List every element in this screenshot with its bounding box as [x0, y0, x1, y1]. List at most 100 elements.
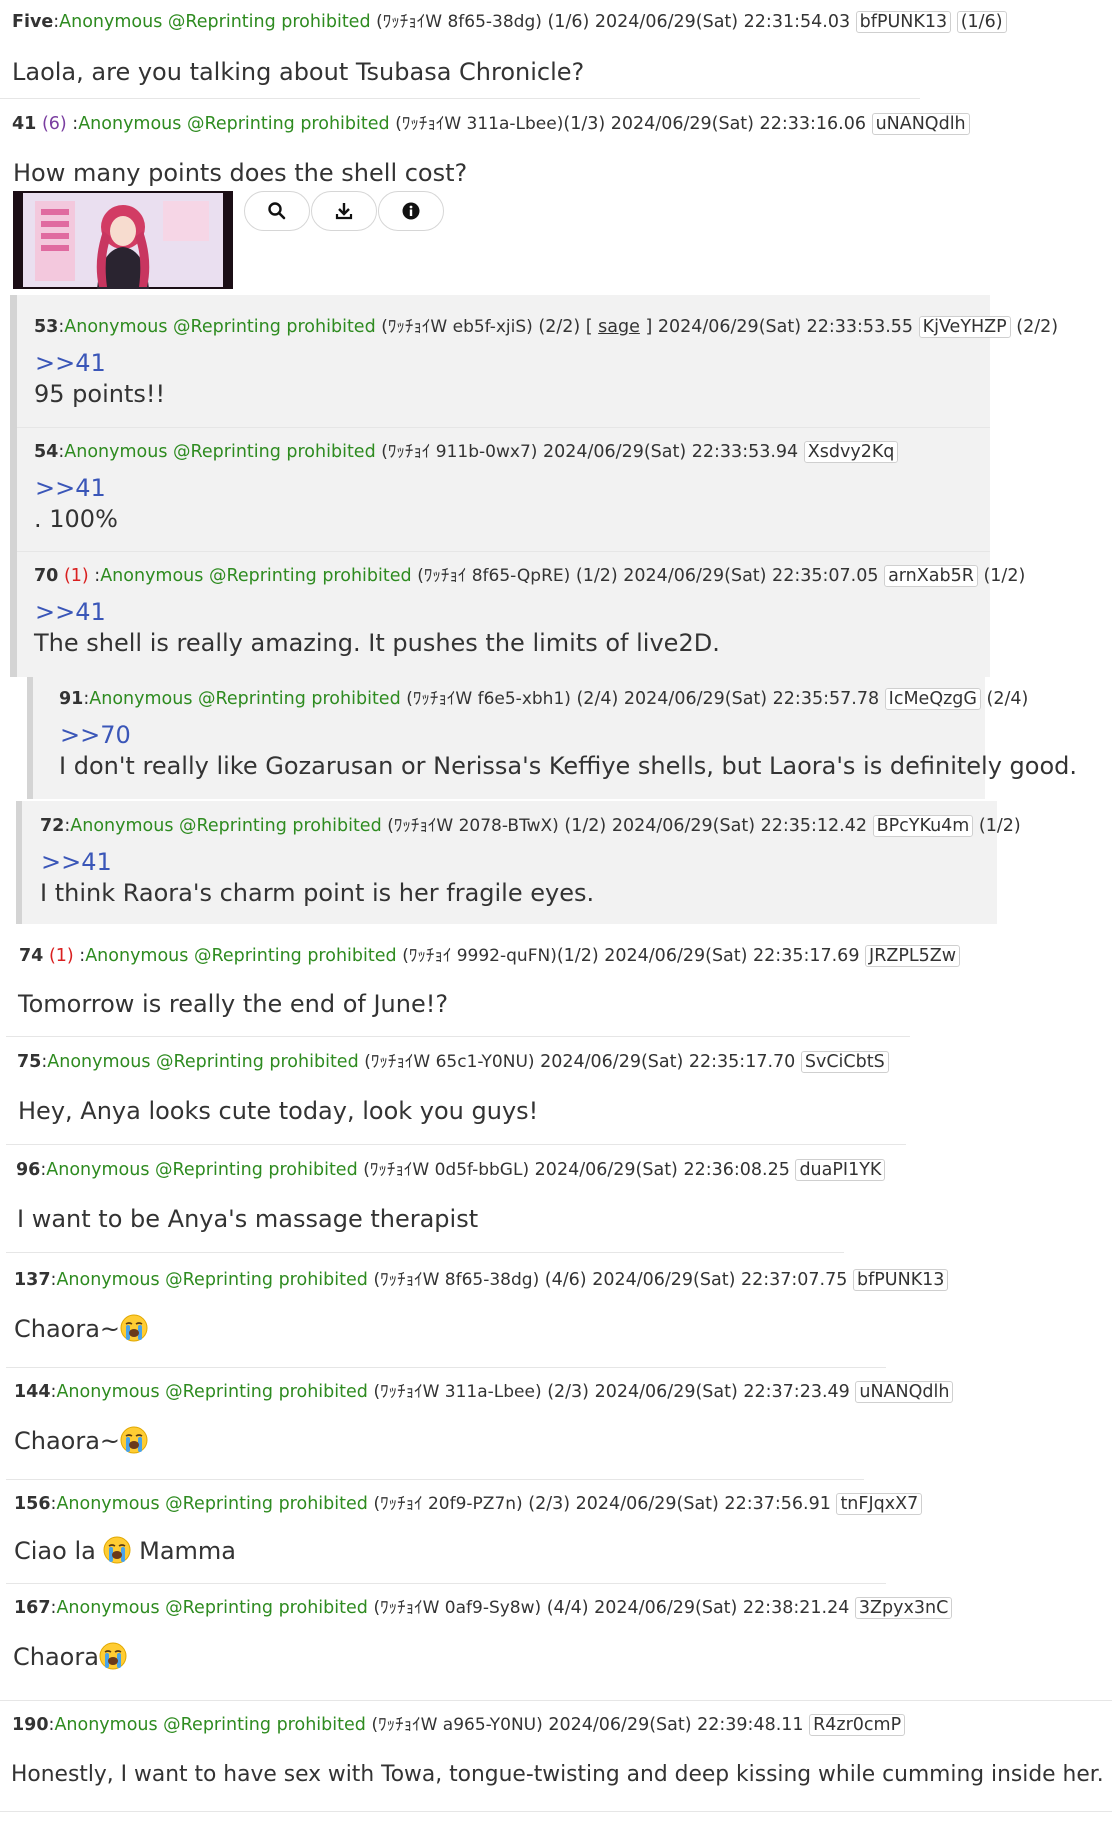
post: Five:Anonymous @Reprinting prohibited (ﾜ…: [0, 0, 1007, 99]
poster-id-count: (1/2): [983, 566, 1026, 586]
post-count: (1/6): [547, 12, 590, 32]
quoted-post: 72:Anonymous @Reprinting prohibited (ﾜｯﾁ…: [22, 801, 1021, 924]
reply-anchor-link[interactable]: >>41: [41, 846, 112, 878]
poster-id[interactable]: R4zr0cmP: [809, 1714, 906, 1736]
post-date: 2024/06/29(Sat) 22:35:57.78: [623, 689, 880, 709]
crying-face-emoji-icon: [103, 1536, 131, 1564]
poster-name: Anonymous @Reprinting prohibited: [54, 1715, 366, 1735]
post-date: 2024/06/29(Sat) 22:33:53.94: [542, 442, 799, 462]
poster-name: Anonymous @Reprinting prohibited: [78, 114, 390, 134]
poster-id[interactable]: bfPUNK13: [852, 1269, 949, 1291]
post-number[interactable]: 53: [34, 317, 58, 337]
post: 137:Anonymous @Reprinting prohibited (ﾜｯ…: [6, 1256, 949, 1368]
post-date: 2024/06/29(Sat) 22:35:17.69: [604, 946, 860, 966]
quoted-post: 70 (1) :Anonymous @Reprinting prohibited…: [17, 552, 1025, 677]
reply-count[interactable]: (1): [49, 946, 74, 966]
reply-count[interactable]: (6): [42, 114, 67, 134]
quote-bar: [10, 295, 17, 677]
post-number[interactable]: 74: [19, 946, 43, 966]
poster-id[interactable]: arnXab5R: [884, 565, 978, 587]
post-count: (4/6): [544, 1270, 587, 1290]
reply-anchor-link[interactable]: >>41: [35, 596, 106, 628]
post-number[interactable]: 137: [14, 1270, 51, 1290]
post-header: 75:Anonymous @Reprinting prohibited (ﾜｯﾁ…: [17, 1050, 889, 1074]
poster-name: Anonymous @Reprinting prohibited: [56, 1270, 368, 1290]
post-body: Laola, are you talking about Tsubasa Chr…: [12, 58, 585, 86]
poster-name: Anonymous @Reprinting prohibited: [64, 442, 376, 462]
poster-name: Anonymous @Reprinting prohibited: [46, 1160, 358, 1180]
image-download-button[interactable]: [311, 191, 377, 231]
post-number[interactable]: 190: [12, 1715, 49, 1735]
post-body: Tomorrow is really the end of June!?: [18, 990, 449, 1018]
poster-id[interactable]: uNANQdlh: [871, 113, 970, 135]
post-header: 74 (1) :Anonymous @Reprinting prohibited…: [19, 944, 961, 968]
post-count: (4/4): [546, 1598, 589, 1618]
poster-name: Anonymous @Reprinting prohibited: [59, 12, 371, 32]
poster-id[interactable]: uNANQdlh: [855, 1381, 954, 1403]
poster-kote: (ﾜｯﾁｮｲW a965-Y0NU): [371, 1715, 543, 1735]
post-header: 53:Anonymous @Reprinting prohibited (ﾜｯﾁ…: [34, 316, 1059, 338]
post-body: 95 points!!: [34, 380, 166, 408]
poster-id[interactable]: SvCiCbtS: [800, 1051, 889, 1073]
post-body: Honestly, I want to have sex with Towa, …: [11, 1762, 1104, 1787]
poster-id[interactable]: IcMeQzgG: [884, 688, 981, 710]
post-body-text: Chaora: [13, 1643, 99, 1671]
poster-kote: (ﾜｯﾁｮｲW 8f65-38dg): [376, 12, 542, 32]
reply-anchor-link[interactable]: >>41: [35, 347, 106, 379]
post-number[interactable]: 70: [34, 566, 58, 586]
post-body: Chaora~: [14, 1425, 148, 1457]
post-header: 190:Anonymous @Reprinting prohibited (ﾜｯ…: [12, 1713, 906, 1737]
poster-id[interactable]: 3Zpyx3nC: [854, 1597, 953, 1619]
crying-face-emoji-icon: [120, 1426, 148, 1454]
poster-kote: (ﾜｯﾁｮｲ 9992-quFN): [402, 946, 557, 966]
post-header: 41 (6) :Anonymous @Reprinting prohibited…: [12, 112, 970, 136]
sage-label[interactable]: sage: [598, 317, 640, 337]
poster-id[interactable]: duaPI1YK: [795, 1159, 886, 1181]
post-date: 2024/06/29(Sat) 22:33:16.06: [610, 114, 866, 134]
post-body: Ciao la Mamma: [14, 1535, 236, 1567]
poster-kote: (ﾜｯﾁｮｲW 311a-Lbee): [373, 1382, 542, 1402]
post-number[interactable]: 41: [12, 114, 36, 134]
post-count: (2/3): [528, 1494, 571, 1514]
poster-name: Anonymous @Reprinting prohibited: [56, 1494, 368, 1514]
post-date: 2024/06/29(Sat) 22:37:56.91: [575, 1494, 831, 1514]
poster-kote: (ﾜｯﾁｮｲW 0af9-Sy8w): [373, 1598, 542, 1618]
post-body: The shell is really amazing. It pushes t…: [34, 629, 720, 657]
poster-id[interactable]: JRZPL5Zw: [865, 945, 961, 967]
poster-id[interactable]: BPcYKu4m: [872, 815, 974, 837]
search-icon: [268, 202, 286, 220]
poster-id[interactable]: KjVeYHZP: [918, 316, 1011, 338]
post-number[interactable]: 156: [14, 1494, 51, 1514]
poster-id[interactable]: bfPUNK13: [855, 11, 952, 33]
image-info-button[interactable]: [378, 191, 444, 231]
poster-kote: (ﾜｯﾁｮｲ 8f65-QpRE): [417, 566, 571, 586]
poster-name: Anonymous @Reprinting prohibited: [56, 1382, 368, 1402]
quoted-post: 54:Anonymous @Reprinting prohibited (ﾜｯﾁ…: [17, 428, 990, 552]
post-number[interactable]: Five: [12, 12, 53, 32]
poster-name: Anonymous @Reprinting prohibited: [47, 1052, 359, 1072]
image-search-button[interactable]: [244, 191, 310, 231]
reply-anchor-link[interactable]: >>70: [60, 719, 131, 751]
post-body: Chaora: [13, 1641, 127, 1673]
post-number[interactable]: 72: [40, 816, 64, 836]
poster-kote: (ﾜｯﾁｮｲ 911b-0wx7): [381, 442, 538, 462]
post-number[interactable]: 75: [17, 1052, 41, 1072]
post-body: Chaora~: [14, 1313, 148, 1345]
post-number[interactable]: 96: [16, 1160, 40, 1180]
reply-count[interactable]: (1): [64, 566, 89, 586]
poster-id[interactable]: tnFJqxX7: [836, 1493, 923, 1515]
post-count: (2/3): [547, 1382, 590, 1402]
poster-id[interactable]: Xsdvy2Kq: [803, 441, 899, 463]
post-number[interactable]: 54: [34, 442, 58, 462]
poster-name: Anonymous @Reprinting prohibited: [100, 566, 412, 586]
post-date: 2024/06/29(Sat) 22:38:21.24: [594, 1598, 850, 1618]
post: 190:Anonymous @Reprinting prohibited (ﾜｯ…: [0, 1700, 1112, 1812]
reply-anchor-link[interactable]: >>41: [35, 472, 106, 504]
post-number[interactable]: 91: [59, 689, 83, 709]
poster-name: Anonymous @Reprinting prohibited: [64, 317, 376, 337]
post-image-thumbnail[interactable]: [13, 191, 233, 289]
poster-id-count[interactable]: (1/6): [956, 11, 1007, 33]
post-number[interactable]: 144: [14, 1382, 51, 1402]
post-number[interactable]: 167: [14, 1598, 51, 1618]
post-header: 144:Anonymous @Reprinting prohibited (ﾜｯ…: [14, 1380, 954, 1404]
